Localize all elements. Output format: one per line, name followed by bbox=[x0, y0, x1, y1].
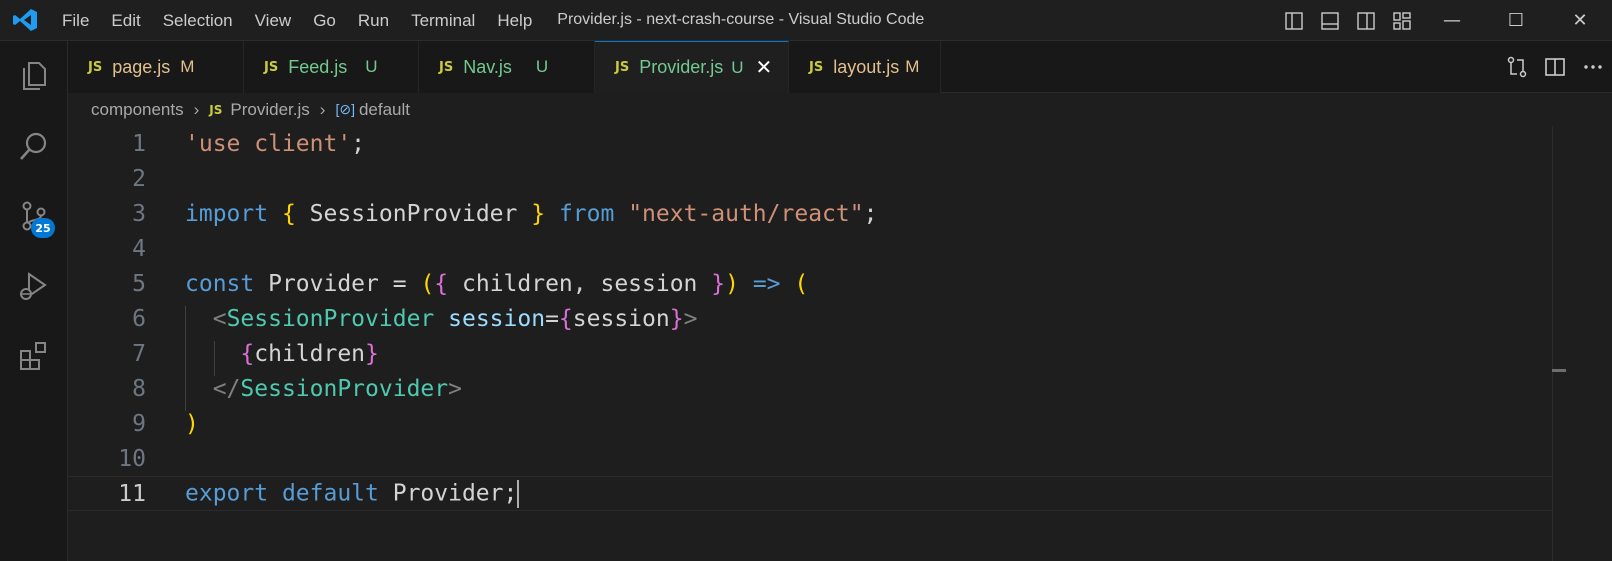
menu-file[interactable]: File bbox=[50, 0, 100, 41]
code-line-current: 11 export default Provider; bbox=[68, 476, 1552, 511]
breadcrumb-file[interactable]: Provider.js bbox=[230, 100, 309, 120]
tab-git-status: M bbox=[180, 57, 195, 76]
line-content: const Provider = ({ children, session })… bbox=[185, 270, 809, 297]
minimize-button[interactable]: — bbox=[1420, 0, 1484, 41]
line-number: 10 bbox=[118, 445, 146, 472]
editor-tab-bar: JS page.js M JS Feed.js U JS Nav.js U JS… bbox=[68, 41, 1612, 93]
menu-terminal[interactable]: Terminal bbox=[400, 0, 486, 41]
run-debug-icon[interactable] bbox=[0, 251, 68, 321]
code-line: 4 bbox=[68, 231, 1552, 266]
line-content: <SessionProvider session={session}> bbox=[212, 305, 698, 332]
extensions-icon[interactable] bbox=[0, 321, 68, 391]
tab-label: Feed.js bbox=[288, 56, 348, 77]
line-number: 6 bbox=[132, 305, 146, 332]
vertical-scrollbar[interactable] bbox=[1552, 126, 1567, 561]
tab-layout-js[interactable]: JS layout.js M bbox=[789, 41, 941, 93]
activity-bar: 25 bbox=[0, 41, 68, 561]
menu-view[interactable]: View bbox=[244, 0, 303, 41]
menu-run[interactable]: Run bbox=[347, 0, 400, 41]
tab-git-status: U bbox=[535, 57, 549, 76]
scrollbar-cursor-marker bbox=[1552, 369, 1566, 372]
js-file-icon: JS bbox=[264, 59, 279, 75]
menu-edit[interactable]: Edit bbox=[100, 0, 151, 41]
chevron-right-icon: › bbox=[319, 99, 326, 119]
code-line: 3 import { SessionProvider } from "next-… bbox=[68, 196, 1552, 231]
tab-page-js[interactable]: JS page.js M bbox=[68, 41, 244, 93]
toggle-primary-sidebar-icon[interactable] bbox=[1276, 0, 1312, 41]
line-number: 1 bbox=[132, 130, 146, 157]
tab-close-icon[interactable]: ✕ bbox=[756, 55, 773, 80]
menu-go[interactable]: Go bbox=[302, 0, 347, 41]
window-title: Provider.js - next-crash-course - Visual… bbox=[557, 11, 925, 28]
symbol-variable-icon: [⊘] bbox=[335, 101, 355, 117]
tab-label: Nav.js bbox=[463, 56, 512, 77]
line-content: ) bbox=[185, 410, 199, 437]
code-line: 10 bbox=[68, 441, 1552, 476]
line-content: </SessionProvider> bbox=[212, 375, 462, 402]
title-bar-controls: — ☐ ✕ bbox=[1276, 0, 1612, 41]
menu-bar: File Edit Selection View Go Run Terminal… bbox=[50, 0, 543, 41]
customize-layout-icon[interactable] bbox=[1384, 0, 1420, 41]
tab-git-status: U bbox=[731, 57, 744, 77]
tab-git-status: M bbox=[905, 57, 920, 76]
close-button[interactable]: ✕ bbox=[1548, 0, 1612, 41]
tab-provider-js[interactable]: JS Provider.js U ✕ bbox=[595, 41, 789, 93]
tab-nav-js[interactable]: JS Nav.js U bbox=[419, 41, 595, 93]
title-bar: File Edit Selection View Go Run Terminal… bbox=[0, 0, 1612, 41]
text-cursor bbox=[517, 479, 520, 508]
split-editor-icon[interactable] bbox=[1536, 41, 1574, 93]
minimap-area bbox=[1566, 126, 1612, 561]
menu-selection[interactable]: Selection bbox=[152, 0, 244, 41]
menu-help[interactable]: Help bbox=[486, 0, 543, 41]
code-line: 1 'use client'; bbox=[68, 126, 1552, 161]
line-content: export default Provider; bbox=[185, 479, 520, 508]
breadcrumb-symbol[interactable]: default bbox=[359, 100, 410, 120]
code-line: 2 bbox=[68, 161, 1552, 196]
vscode-logo-icon bbox=[0, 0, 50, 41]
line-number: 8 bbox=[132, 375, 146, 402]
code-line: 5 const Provider = ({ children, session … bbox=[68, 266, 1552, 301]
line-number: 2 bbox=[132, 165, 146, 192]
tab-feed-js[interactable]: JS Feed.js U bbox=[244, 41, 419, 93]
more-actions-icon[interactable] bbox=[1574, 41, 1612, 93]
breadcrumb: components › JS Provider.js › [⊘] defaul… bbox=[68, 93, 1612, 126]
line-number: 4 bbox=[132, 235, 146, 262]
source-control-badge: 25 bbox=[31, 218, 55, 238]
code-line: 7 {children} bbox=[68, 336, 1552, 371]
toggle-secondary-sidebar-icon[interactable] bbox=[1348, 0, 1384, 41]
js-file-icon: JS bbox=[88, 59, 103, 75]
toggle-panel-icon[interactable] bbox=[1312, 0, 1348, 41]
js-file-icon: JS bbox=[209, 102, 223, 117]
source-control-icon[interactable] bbox=[0, 181, 68, 251]
line-number: 11 bbox=[118, 480, 146, 507]
search-icon[interactable] bbox=[0, 111, 68, 181]
tab-git-status: U bbox=[365, 57, 378, 76]
open-changes-icon[interactable] bbox=[1498, 41, 1536, 93]
line-number: 5 bbox=[132, 270, 146, 297]
breadcrumb-folder[interactable]: components bbox=[91, 100, 184, 120]
tab-label: page.js bbox=[112, 56, 171, 77]
chevron-right-icon: › bbox=[193, 99, 200, 119]
line-content: {children} bbox=[240, 340, 379, 367]
js-file-icon: JS bbox=[809, 59, 824, 75]
code-line: 8 </SessionProvider> bbox=[68, 371, 1552, 406]
code-line: 9 ) bbox=[68, 406, 1552, 441]
line-number: 7 bbox=[132, 340, 146, 367]
js-file-icon: JS bbox=[615, 60, 630, 75]
code-editor[interactable]: 1 'use client'; 2 3 import { SessionProv… bbox=[68, 126, 1552, 561]
line-content: import { SessionProvider } from "next-au… bbox=[185, 200, 878, 227]
maximize-button[interactable]: ☐ bbox=[1484, 0, 1548, 41]
line-number: 3 bbox=[132, 200, 146, 227]
line-content: 'use client'; bbox=[185, 130, 366, 157]
js-file-icon: JS bbox=[439, 59, 454, 75]
tab-label: layout.js bbox=[833, 56, 900, 77]
tab-label: Provider.js bbox=[639, 57, 724, 77]
explorer-icon[interactable] bbox=[0, 41, 68, 111]
code-line: 6 <SessionProvider session={session}> bbox=[68, 301, 1552, 336]
editor-actions bbox=[1498, 41, 1612, 93]
line-number: 9 bbox=[132, 410, 146, 437]
